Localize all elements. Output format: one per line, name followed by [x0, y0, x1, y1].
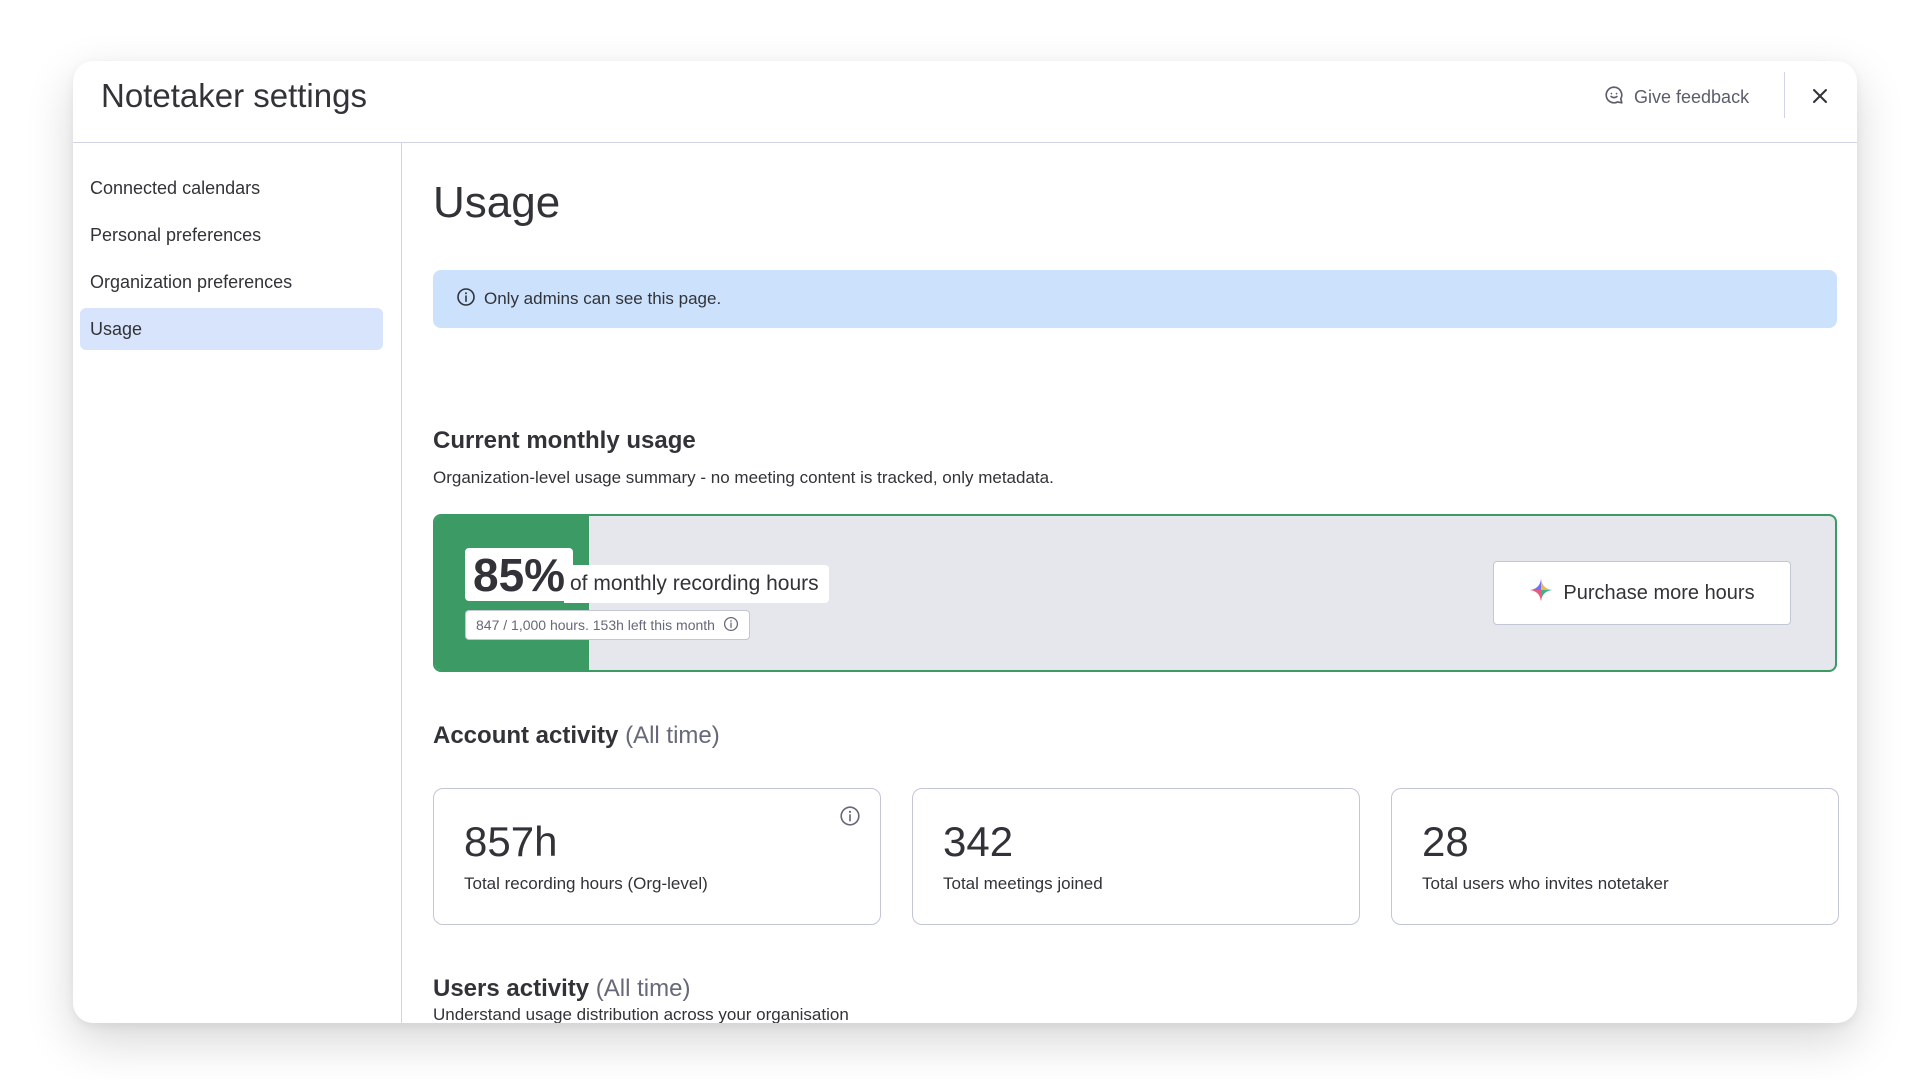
stat-card-recording-hours: 857h Total recording hours (Org-level): [433, 788, 881, 925]
modal-header: Notetaker settings Give feedback: [73, 61, 1857, 143]
banner-text: Only admins can see this page.: [484, 289, 722, 308]
feedback-icon: [1603, 84, 1625, 111]
close-icon: [1810, 86, 1830, 111]
sidebar-item-label: Usage: [90, 318, 143, 339]
usage-detail-text: 847 / 1,000 hours. 153h left this month: [476, 617, 715, 633]
settings-sidebar: Connected calendars Personal preferences…: [73, 143, 402, 1023]
usage-content: Usage Only admins can see this page. Cur…: [403, 143, 1857, 1023]
give-feedback-label: Give feedback: [1634, 86, 1750, 107]
users-activity-title: Users activity (All time): [433, 973, 690, 1005]
stat-value: 857h: [464, 818, 558, 865]
sidebar-item-label: Personal preferences: [90, 224, 262, 245]
sidebar-item-personal-preferences[interactable]: Personal preferences: [80, 214, 383, 256]
monthly-usage-title: Current monthly usage: [433, 427, 696, 454]
purchase-label: Purchase more hours: [1563, 581, 1755, 604]
notetaker-settings-modal: Notetaker settings Give feedback Connect…: [73, 61, 1857, 1023]
usage-detail: 847 / 1,000 hours. 153h left this month: [465, 610, 750, 640]
monthly-usage-card: 85% of monthly recording hours 847 / 1,0…: [433, 514, 1837, 672]
account-activity-title: Account activity (All time): [433, 720, 720, 752]
users-activity-subtitle: Understand usage distribution across you…: [433, 1005, 849, 1023]
stat-label: Total recording hours (Org-level): [464, 874, 708, 893]
stat-card-meetings-joined: 342 Total meetings joined: [912, 788, 1360, 925]
page-title: Usage: [433, 178, 561, 227]
account-activity-label: Account activity: [433, 722, 619, 749]
close-button[interactable]: [1800, 78, 1840, 118]
info-icon[interactable]: [838, 804, 862, 828]
usage-percent-caption: of monthly recording hours: [564, 565, 829, 603]
monthly-usage-subtitle: Organization-level usage summary - no me…: [433, 468, 1054, 487]
sparkle-icon: [1529, 578, 1553, 608]
stat-card-users-invited: 28 Total users who invites notetaker: [1391, 788, 1839, 925]
usage-percent: 85%: [465, 548, 574, 601]
stat-value: 28: [1422, 818, 1469, 865]
admin-info-banner: Only admins can see this page.: [433, 270, 1837, 328]
give-feedback-button[interactable]: Give feedback: [1603, 75, 1749, 119]
sidebar-item-organization-preferences[interactable]: Organization preferences: [80, 261, 383, 303]
users-activity-label: Users activity: [433, 975, 590, 1002]
sidebar-item-usage[interactable]: Usage: [80, 308, 383, 350]
sidebar-item-label: Connected calendars: [90, 177, 261, 198]
stat-value: 342: [943, 818, 1014, 865]
info-icon: [456, 287, 476, 312]
sidebar-item-connected-calendars[interactable]: Connected calendars: [80, 167, 383, 209]
account-activity-qualifier: (All time): [625, 722, 720, 749]
header-divider: [1784, 72, 1785, 118]
purchase-more-hours-button[interactable]: Purchase more hours: [1493, 561, 1791, 625]
stat-label: Total users who invites notetaker: [1422, 874, 1669, 893]
sidebar-item-label: Organization preferences: [90, 271, 293, 292]
info-icon[interactable]: [723, 616, 739, 635]
users-activity-qualifier: (All time): [595, 975, 691, 1002]
stat-label: Total meetings joined: [943, 874, 1103, 893]
modal-title: Notetaker settings: [101, 77, 367, 114]
